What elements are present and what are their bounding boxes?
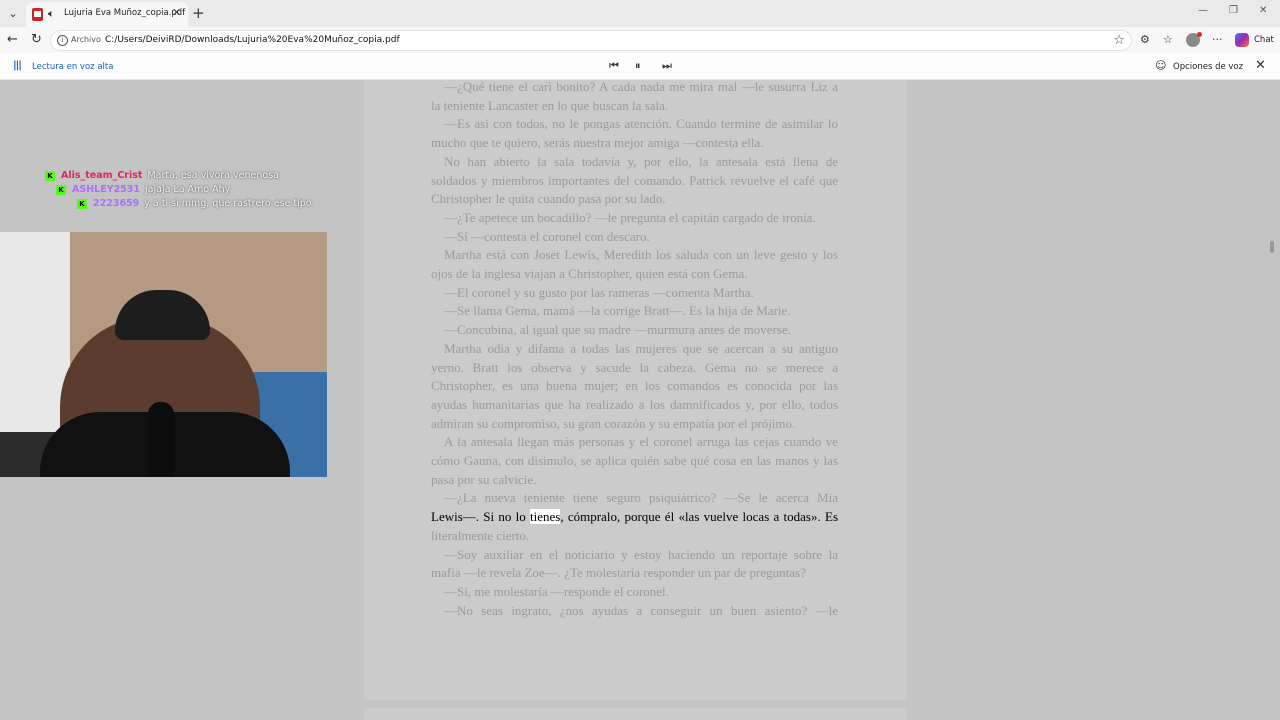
pdf-text-line: —¿Qué tiene el cari bonito? A cada nada …	[444, 79, 838, 94]
pdf-text-line: —¿La nueva teniente tiene seguro psiquiá…	[444, 490, 838, 506]
tab-title: Lujuria Eva Muñoz_copia.pdf	[64, 8, 186, 18]
url-scheme-label: Archivo	[71, 35, 101, 44]
pdf-text-line: ojos de la inglesa viajan a Christopher,…	[431, 266, 748, 281]
pdf-favicon-icon	[32, 8, 43, 21]
pdf-text-line: soldados y miembros importantes del coma…	[431, 172, 838, 188]
pdf-text-line-reading: Lewis—. Si no lo tienes, cómpralo, porqu…	[431, 508, 838, 527]
chat-text: Marta, esa vivora venenosa	[147, 170, 279, 181]
address-bar-row: ← ↻ i Archivo C:/Users/DeiviRD/Downloads…	[0, 27, 1280, 53]
pdf-text-line: No han abierto la sala todavía y, por el…	[444, 153, 838, 169]
read-aloud-close-icon[interactable]: ✕	[1255, 58, 1266, 73]
chat-text: jajaja La Amo Ahy	[145, 184, 231, 195]
current-spoken-word: tienes	[530, 509, 561, 525]
pdf-text-line: —El coronel y su gusto por las rameras —…	[444, 284, 754, 300]
chat-label[interactable]: Chat	[1254, 35, 1274, 45]
address-bar[interactable]: i Archivo C:/Users/DeiviRD/Downloads/Luj…	[50, 30, 1132, 51]
pdf-text-line: —Concubina, al igual que su madre —murmu…	[444, 322, 791, 338]
pdf-text-line: mucho que te quiero, serás nuestra mejor…	[431, 135, 764, 151]
pdf-text-line: —Se llama Gema, mamá —la corrige Bratt—.…	[444, 303, 791, 319]
extensions-icon[interactable]: ⚙	[1140, 33, 1150, 46]
chat-username: Alis_team_Crist	[61, 170, 143, 181]
read-aloud-bar: ||| Lectura en voz alta ⏮ ⏸ ⏭ ☺ Opciones…	[0, 53, 1280, 80]
voice-options-button[interactable]: Opciones de voz	[1173, 62, 1243, 72]
pdf-text-line: mafia —le revela Zoe—. ¿Te molestaría re…	[431, 565, 806, 581]
pdf-text-line: literalmente cierto.	[431, 527, 530, 543]
pdf-text-line: pasa por su calvicie.	[431, 471, 537, 487]
stream-chat-overlay: K Alis_team_Crist Marta, esa vivora veneno…	[40, 170, 340, 215]
chat-username: ASHLEY2531	[72, 184, 141, 195]
pdf-text-line: yerno. Bratt los observa y sacude la cab…	[431, 359, 838, 375]
favorite-star-icon[interactable]: ☆	[1113, 33, 1125, 48]
pdf-text-line: —No seas ingrato, ¿nos ayudas a consegui…	[444, 602, 838, 618]
tab-list-chevron-icon[interactable]: ⌄	[4, 5, 22, 23]
next-paragraph-icon[interactable]: ⏭	[662, 59, 672, 73]
notification-dot-icon	[1197, 32, 1202, 37]
pdf-text-line: la teniente Lancaster en lo que buscan l…	[431, 97, 669, 113]
webcam-overlay	[0, 232, 327, 477]
tab-strip: ⌄ 🔈︎ Lujuria Eva Muñoz_copia.pdf ✕ + — ❐…	[0, 0, 1280, 27]
favorites-icon[interactable]: ☆	[1163, 33, 1173, 46]
pdf-text-line: —Soy auxiliar en el noticiario y estoy h…	[444, 546, 838, 562]
info-icon[interactable]: i	[57, 35, 68, 46]
minimize-icon[interactable]: —	[1198, 5, 1208, 16]
back-icon[interactable]: ←	[7, 32, 18, 48]
audio-playing-icon[interactable]: 🔈︎	[48, 7, 55, 21]
pause-icon[interactable]: ⏸	[635, 59, 641, 73]
more-menu-icon[interactable]: ···	[1212, 33, 1223, 46]
pdf-text-line: ayudas humanitarias que ha realizado a l…	[431, 396, 838, 412]
window-close-icon[interactable]: ✕	[1259, 5, 1267, 16]
pdf-text-line: Christopher, es una buena mujer; en los …	[431, 378, 838, 394]
chat-message: K Alis_team_Crist Marta, esa vivora veneno…	[45, 170, 279, 181]
webcam-microphone	[148, 402, 174, 477]
pdf-text-line: Martha odia y difama a todas las mujeres…	[444, 340, 838, 356]
pdf-text-line: —Sí, me molestaría —responde el coronel.	[444, 583, 669, 599]
chat-username: 2223659	[93, 198, 140, 209]
reading-text-before: Lewis—. Si no lo	[431, 509, 531, 525]
voice-options-icon[interactable]: ☺	[1155, 59, 1166, 72]
screen: ⌄ 🔈︎ Lujuria Eva Muñoz_copia.pdf ✕ + — ❐…	[0, 0, 1280, 720]
kick-badge-icon: K	[77, 198, 87, 209]
tab-active[interactable]: 🔈︎ Lujuria Eva Muñoz_copia.pdf ✕	[26, 2, 188, 27]
url-text[interactable]: C:/Users/DeiviRD/Downloads/Lujuria%20Eva…	[105, 35, 400, 45]
pdf-text-line: —Es así con todos, no le pongas atención…	[444, 116, 838, 132]
tab-close-icon[interactable]: ✕	[172, 6, 181, 19]
reading-text-after: , cómpralo, porque él «las vuelve locas …	[560, 509, 838, 525]
refresh-icon[interactable]: ↻	[31, 32, 42, 48]
pdf-text-line: —Sí —contesta el coronel con descaro.	[444, 228, 650, 244]
previous-paragraph-icon[interactable]: ⏮	[609, 59, 619, 73]
restore-icon[interactable]: ❐	[1229, 5, 1238, 16]
kick-badge-icon: K	[56, 184, 66, 195]
new-tab-icon[interactable]: +	[192, 4, 205, 22]
pdf-text-line: Martha está con Joset Lewis, Meredith lo…	[444, 247, 838, 263]
pdf-text-line: admiran su compromiso, su gran corazón y…	[431, 415, 796, 431]
read-aloud-icon: |||	[13, 60, 22, 71]
chat-message: K 2223659 y a ti si mmg, que rastrero ese …	[77, 198, 312, 209]
pdf-text-line: —¿Te apetece un bocadillo? —le pregunta …	[444, 209, 816, 225]
chat-text: y a ti si mmg, que rastrero ese tipo	[144, 198, 312, 209]
pdf-text-line: Christopher le quita cuando pasa por su …	[431, 191, 666, 207]
copilot-icon[interactable]	[1235, 33, 1249, 47]
pdf-next-page	[364, 708, 907, 720]
kick-badge-icon: K	[45, 170, 55, 181]
pdf-text-line: A la antesala llegan más personas y el c…	[444, 434, 838, 450]
scrollbar-thumb[interactable]	[1270, 241, 1274, 253]
pdf-text-line: cómo Gauna, con disimulo, se aplica quié…	[431, 453, 838, 468]
chat-message: K ASHLEY2531 jajaja La Amo Ahy	[56, 184, 230, 195]
read-aloud-label: Lectura en voz alta	[32, 62, 114, 72]
